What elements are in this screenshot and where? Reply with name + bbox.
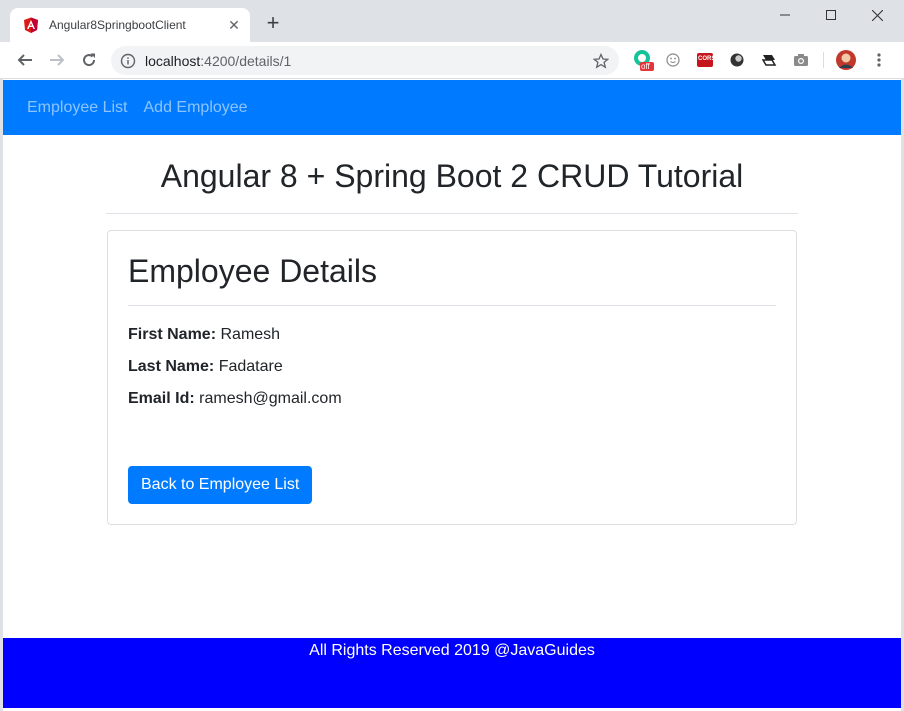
info-icon[interactable] <box>120 53 136 69</box>
email-label: Email Id: <box>128 390 195 407</box>
toolbar-separator <box>823 52 824 68</box>
forward-arrow-icon[interactable] <box>45 48 69 72</box>
back-arrow-icon[interactable] <box>13 48 37 72</box>
reload-icon[interactable] <box>77 48 101 72</box>
nav-link-employee-list[interactable]: Employee List <box>27 99 128 117</box>
cors-extension-icon[interactable]: CORS <box>696 51 716 69</box>
url-path: :4200/details/1 <box>200 52 292 69</box>
new-tab-icon[interactable]: + <box>262 12 284 35</box>
browser-tabbar: Angular8SpringbootClient ✕ + <box>0 0 904 42</box>
last-name-value: Fadatare <box>218 358 283 375</box>
stack-extension-icon[interactable] <box>760 51 778 69</box>
tab-close-icon[interactable]: ✕ <box>224 15 244 35</box>
email-field: Email Id: ramesh@gmail.com <box>128 390 342 408</box>
angular-favicon-icon <box>24 17 38 33</box>
address-bar[interactable]: localhost:4200/details/1 <box>111 46 619 75</box>
tab-title: Angular8SpringbootClient <box>49 18 186 32</box>
circle-extension-icon[interactable] <box>728 51 746 69</box>
app-navbar: Employee List Add Employee <box>3 80 901 135</box>
profile-avatar[interactable] <box>836 50 856 70</box>
maximize-icon[interactable] <box>808 0 854 30</box>
nav-link-add-employee[interactable]: Add Employee <box>144 99 248 117</box>
star-icon[interactable] <box>593 52 609 69</box>
email-value: ramesh@gmail.com <box>199 390 342 407</box>
first-name-value: Ramesh <box>220 326 281 343</box>
close-window-icon[interactable] <box>854 0 900 30</box>
employee-details-card: Employee Details First Name: Ramesh Last… <box>107 230 797 525</box>
card-divider <box>128 305 776 306</box>
url-text[interactable]: localhost:4200/details/1 <box>145 53 593 69</box>
minimize-icon[interactable] <box>762 0 808 30</box>
first-name-field: First Name: Ramesh <box>128 326 280 344</box>
footer: All Rights Reserved 2019 @JavaGuides <box>3 638 901 708</box>
url-host: localhost <box>145 52 201 69</box>
footer-text: All Rights Reserved 2019 @JavaGuides <box>309 642 595 659</box>
back-to-employee-list-button[interactable]: Back to Employee List <box>128 466 313 504</box>
extension-cors-badge: CORS <box>698 56 716 62</box>
grammarly-extension-icon[interactable]: off <box>632 49 654 71</box>
title-divider <box>106 213 798 214</box>
last-name-field: Last Name: Fadatare <box>128 358 283 376</box>
first-name-label: First Name: <box>128 326 217 343</box>
extension-off-badge: off <box>641 62 650 71</box>
last-name-label: Last Name: <box>128 358 215 375</box>
smiley-extension-icon[interactable] <box>664 51 682 69</box>
camera-extension-icon[interactable] <box>792 51 810 69</box>
menu-kebab-icon[interactable] <box>870 51 888 69</box>
browser-toolbar: localhost:4200/details/1 off CORS <box>0 42 904 79</box>
page-title: Angular 8 + Spring Boot 2 CRUD Tutorial <box>160 158 744 194</box>
card-title: Employee Details <box>128 253 377 289</box>
browser-tab[interactable]: Angular8SpringbootClient ✕ <box>10 8 250 42</box>
window-frame-left <box>0 79 3 711</box>
